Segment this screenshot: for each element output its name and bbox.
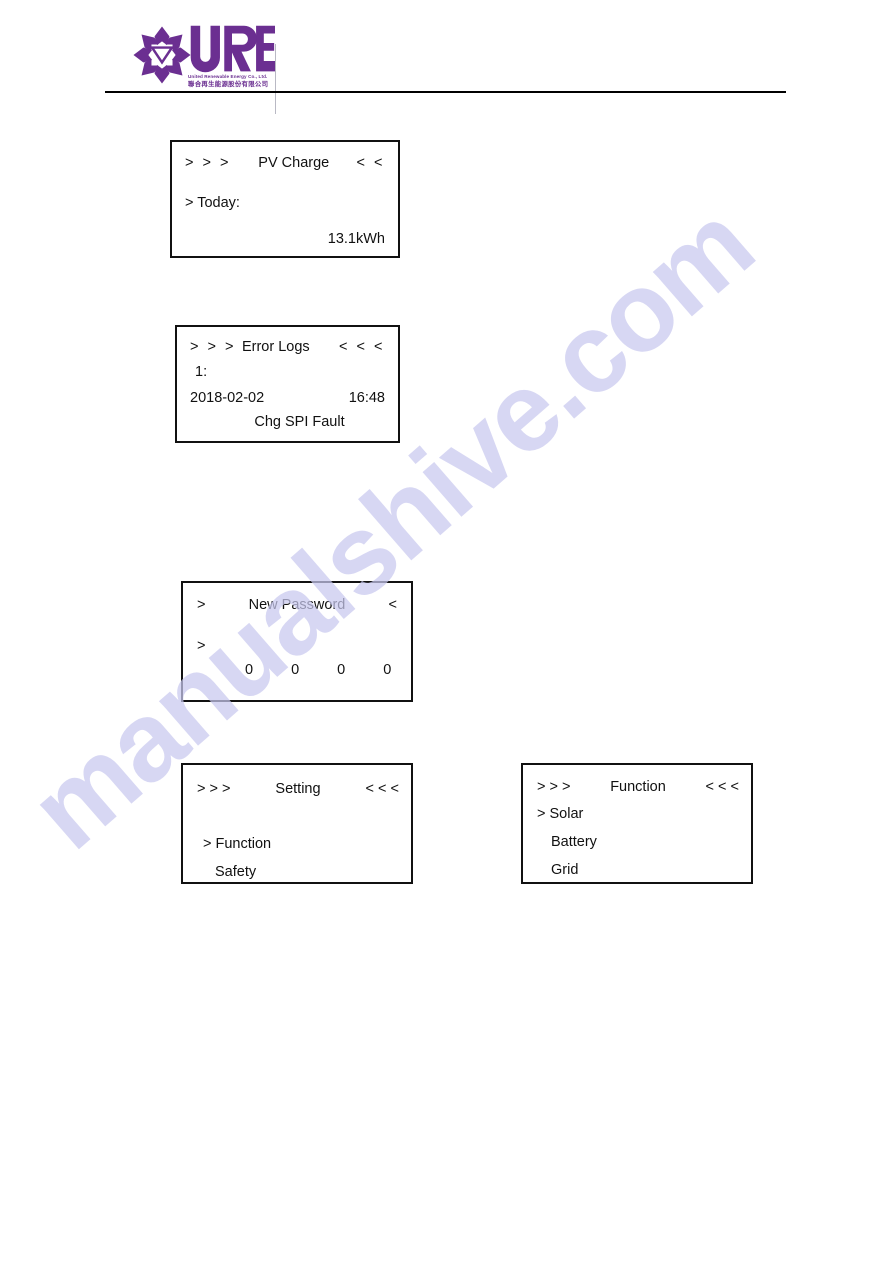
ure-logo: United Renewable Energy Co., Ltd. 聯合再生能源… <box>131 22 276 114</box>
nav-right-chevrons: < < < <box>339 339 385 355</box>
logo-tagline-chinese: 聯合再生能源股份有限公司 <box>188 81 269 88</box>
logo-tagline-english: United Renewable Energy Co., Ltd. <box>188 74 268 79</box>
panel-title: Function <box>610 779 666 795</box>
lcd-cursor-row: > <box>183 635 411 657</box>
document-page: United Renewable Energy Co., Ltd. 聯合再生能源… <box>0 0 893 1263</box>
nav-left-chevrons: > > > <box>185 155 231 171</box>
menu-item-label: > Function <box>203 836 272 852</box>
nav-left-chevrons: > > > <box>537 779 571 795</box>
lcd-panel-pv-charge: > > > PV Charge < < > Today: 13.1kWh <box>170 140 400 258</box>
nav-right-chevrons: < < < <box>705 779 739 795</box>
menu-item-grid[interactable]: Grid <box>523 859 751 881</box>
lcd-index-row: 1: <box>177 361 398 383</box>
lcd-fault-row: Chg SPI Fault <box>177 411 398 433</box>
menu-item-label: Battery <box>551 834 597 850</box>
log-time: 16:48 <box>348 390 385 406</box>
log-index-label: 1: <box>195 364 208 380</box>
panel-title: Error Logs <box>241 339 310 355</box>
menu-item-label: > Solar <box>537 806 584 822</box>
lcd-panel-setting: > > > Setting < < < > Function Safety <box>181 763 413 884</box>
lcd-title-row: > > > Error Logs < < < <box>177 335 398 359</box>
menu-item-label: Safety <box>215 864 257 880</box>
nav-left-chevrons: > <box>197 597 206 613</box>
pinwheel-logo-icon <box>133 26 191 84</box>
logo-divider <box>275 44 276 114</box>
cursor-marker: > <box>197 638 206 654</box>
nav-right-chevrons: < < <box>356 155 385 171</box>
menu-item-label: Grid <box>551 862 579 878</box>
today-label: > Today: <box>185 195 240 211</box>
lcd-title-row: > New Password < <box>183 593 411 617</box>
log-date: 2018-02-02 <box>190 390 265 406</box>
page-watermark: manualshive.com <box>0 0 893 1263</box>
lcd-title-row: > > > Function < < < <box>523 775 751 799</box>
header-divider-rule <box>105 91 786 93</box>
lcd-panel-new-password: > New Password < > 0 0 0 0 <box>181 581 413 702</box>
password-digits[interactable]: 0 0 0 0 <box>183 662 408 678</box>
lcd-title-row: > > > PV Charge < < <box>172 151 398 175</box>
panel-title: New Password <box>248 597 346 613</box>
log-fault-text: Chg SPI Fault <box>254 414 345 430</box>
menu-item-solar[interactable]: > Solar <box>523 803 751 825</box>
lcd-datetime-row: 2018-02-02 16:48 <box>177 387 398 409</box>
menu-item-battery[interactable]: Battery <box>523 831 751 853</box>
lcd-title-row: > > > Setting < < < <box>183 777 411 801</box>
page-header: United Renewable Energy Co., Ltd. 聯合再生能源… <box>0 0 893 114</box>
nav-right-chevrons: < < < <box>365 781 399 797</box>
panel-title: Setting <box>275 781 321 797</box>
lcd-digits-row: 0 0 0 0 <box>183 658 411 682</box>
today-energy-value: 13.1kWh <box>327 231 385 247</box>
lcd-value-row: 13.1kWh <box>172 228 398 250</box>
nav-left-chevrons: > > > <box>190 339 236 355</box>
lcd-today-row: > Today: <box>172 192 398 214</box>
menu-item-function[interactable]: > Function <box>183 833 411 855</box>
nav-right-chevrons: < <box>388 597 397 613</box>
nav-left-chevrons: > > > <box>197 781 231 797</box>
menu-item-safety[interactable]: Safety <box>183 861 411 883</box>
lcd-panel-error-logs: > > > Error Logs < < < 1: 2018-02-02 16:… <box>175 325 400 443</box>
ure-wordmark-icon <box>190 25 275 73</box>
panel-title: PV Charge <box>258 155 330 171</box>
lcd-panel-function: > > > Function < < < > Solar Battery Gri… <box>521 763 753 884</box>
